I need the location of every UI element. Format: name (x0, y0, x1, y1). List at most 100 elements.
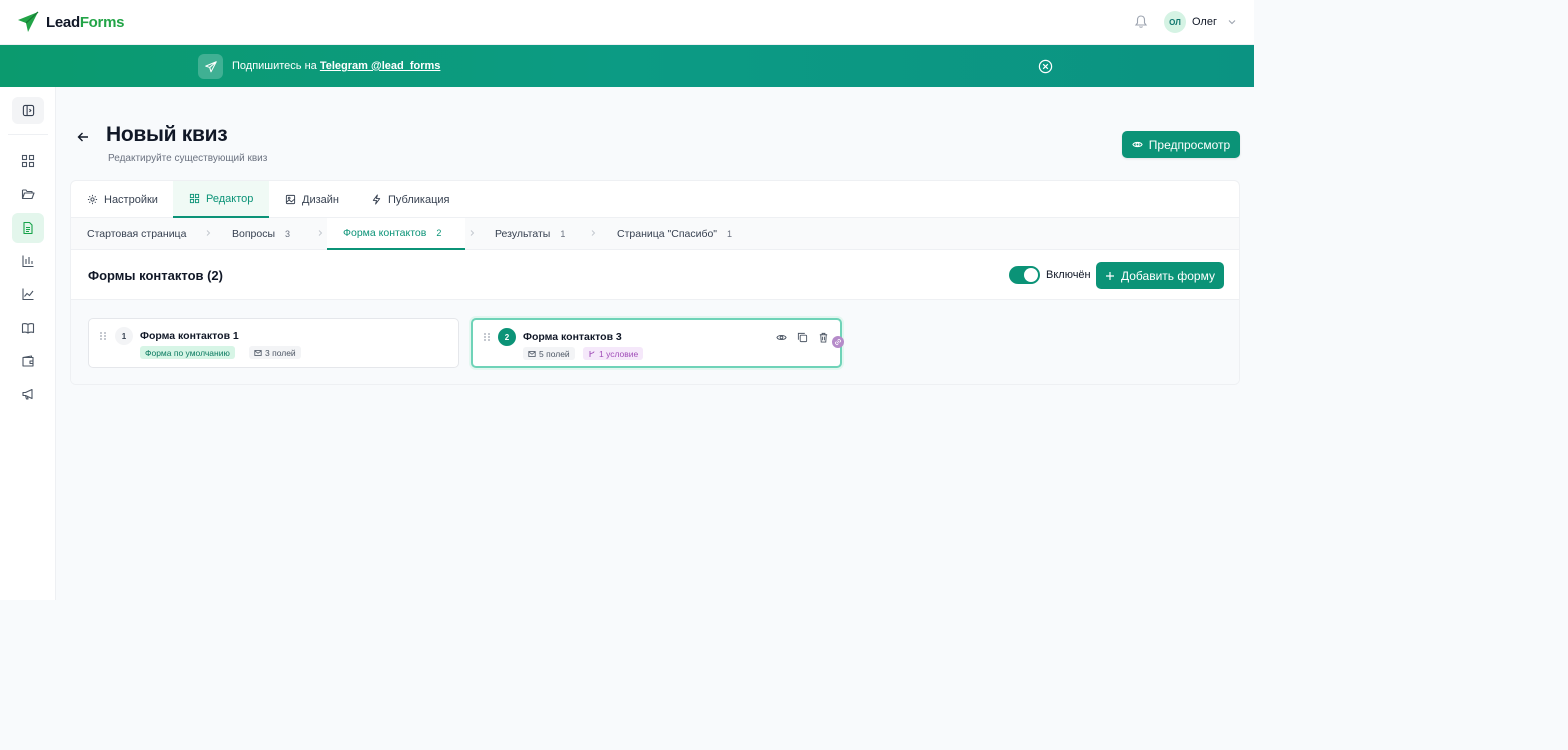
fields-count: 3 полей (265, 347, 296, 358)
blank-area-right (1254, 0, 1568, 600)
step-results[interactable]: Результаты 1 (479, 218, 581, 250)
chevron-right-icon (318, 230, 323, 236)
step-label: Форма контактов (343, 227, 427, 239)
bar-chart-icon (22, 255, 34, 268)
grid-icon (189, 193, 200, 204)
tab-settings-label: Настройки (104, 193, 158, 206)
tab-publish[interactable]: Публикация (355, 181, 465, 218)
main-tabs: Настройки Редактор Дизайн Публикация (71, 181, 1239, 218)
sidebar-divider (8, 134, 48, 135)
sidebar-item-marketing[interactable] (12, 379, 44, 409)
preview-button[interactable]: Предпросмотр (1122, 131, 1240, 158)
sidebar-item-folders[interactable] (12, 179, 44, 209)
sidebar-toggle-icon (22, 104, 34, 117)
tab-editor[interactable]: Редактор (173, 181, 270, 218)
sidebar-item-quizzes[interactable] (12, 213, 44, 243)
sidebar-item-dashboard[interactable] (12, 146, 44, 176)
megaphone-icon (22, 388, 33, 400)
step-label: Страница "Спасибо" (617, 228, 718, 240)
tab-design[interactable]: Дизайн (269, 181, 355, 218)
page-subtitle: Редактируйте существующий квиз (108, 153, 268, 164)
toggle-knob (1024, 268, 1038, 282)
step-thanks-page[interactable]: Страница "Спасибо" 1 (601, 218, 748, 250)
form-actions (776, 332, 829, 343)
editor-steps: Стартовая страница Вопросы 3 Форма конта… (71, 218, 1239, 250)
eye-icon[interactable] (776, 332, 787, 343)
form-card[interactable]: 1 Форма контактов 1 Форма по умолчанию 3… (88, 318, 459, 368)
folder-open-icon (21, 189, 35, 200)
line-chart-icon (22, 288, 34, 301)
form-number: 2 (498, 328, 516, 346)
contact-forms-header: Формы контактов (2) Включён Добавить фор… (71, 250, 1239, 300)
tab-editor-label: Редактор (206, 192, 254, 205)
trash-icon[interactable] (818, 332, 829, 343)
chevron-right-icon (591, 230, 596, 236)
logo-text: LeadForms (46, 14, 124, 31)
user-name: Олег (1192, 16, 1217, 28)
step-count: 2 (436, 228, 442, 238)
step-label: Результаты (495, 228, 551, 240)
drag-handle-icon[interactable] (483, 332, 491, 342)
user-menu[interactable]: ОЛ Олег (1164, 11, 1237, 33)
drag-handle-icon[interactable] (99, 331, 107, 341)
plus-icon (1106, 271, 1114, 280)
fields-count-badge: 3 полей (249, 346, 301, 359)
wallet-icon (22, 355, 34, 367)
top-header: LeadForms ОЛ Олег (0, 0, 1254, 45)
sidebar-item-wallet[interactable] (12, 346, 44, 376)
back-arrow-icon[interactable] (76, 130, 90, 144)
sidebar-item-stats[interactable] (12, 246, 44, 276)
step-contact-form[interactable]: Форма контактов 2 (327, 218, 465, 250)
toggle-label: Включён (1046, 269, 1091, 281)
form-number: 1 (115, 327, 133, 345)
page-title: Новый квиз (106, 123, 228, 146)
condition-count: 1 условие (599, 348, 639, 359)
step-count: 1 (560, 229, 566, 239)
close-icon[interactable] (1038, 59, 1053, 74)
mail-icon (528, 350, 536, 357)
tab-publish-label: Публикация (388, 193, 450, 206)
telegram-icon (198, 54, 223, 79)
chevron-down-icon (1228, 20, 1236, 25)
sidebar (0, 87, 56, 600)
sidebar-toggle-button[interactable] (12, 97, 44, 124)
tab-settings[interactable]: Настройки (71, 181, 174, 218)
add-form-button[interactable]: Добавить форму (1096, 262, 1224, 289)
paper-plane-logo-icon (18, 11, 39, 32)
bell-icon[interactable] (1133, 14, 1149, 30)
form-name: Форма контактов 3 (523, 331, 622, 343)
sidebar-item-analytics[interactable] (12, 279, 44, 309)
step-label: Вопросы (232, 228, 276, 240)
editor-card: Настройки Редактор Дизайн Публикация Ста… (70, 180, 1240, 385)
logo-forms: Forms (79, 13, 125, 31)
banner-text: Подпишитесь на Telegram @lead_forms (232, 60, 440, 72)
chevron-right-icon (470, 230, 475, 236)
banner-telegram-link[interactable]: Telegram @lead_forms (320, 60, 441, 72)
default-badge-label: Форма по умолчанию (145, 347, 230, 358)
lightning-icon (372, 194, 381, 205)
sidebar-item-docs[interactable] (12, 313, 44, 343)
form-card-selected[interactable]: 2 Форма контактов 3 5 полей 1 условие (471, 318, 842, 368)
eye-icon (1132, 141, 1143, 148)
image-icon (285, 194, 296, 205)
fields-count-badge: 5 полей (523, 347, 575, 360)
link-icon[interactable] (832, 336, 844, 348)
step-label: Стартовая страница (87, 228, 187, 240)
telegram-banner: Подпишитесь на Telegram @lead_forms (0, 45, 1254, 87)
condition-badge: 1 условие (583, 347, 644, 360)
blank-area-bottom (0, 600, 1568, 750)
copy-icon[interactable] (797, 332, 808, 343)
step-start-page[interactable]: Стартовая страница (71, 218, 202, 250)
logo[interactable]: LeadForms (16, 10, 124, 34)
enabled-toggle[interactable] (1009, 266, 1040, 284)
chevron-right-icon (206, 230, 211, 236)
forms-list: 1 Форма контактов 1 Форма по умолчанию 3… (71, 300, 1239, 384)
mail-icon (254, 349, 262, 356)
preview-label: Предпросмотр (1148, 137, 1231, 152)
banner-prefix: Подпишитесь на (232, 60, 320, 72)
tab-design-label: Дизайн (302, 193, 339, 206)
step-questions[interactable]: Вопросы 3 (216, 218, 306, 250)
grid-icon (21, 154, 35, 168)
logo-lead: Lead (46, 13, 80, 31)
branch-icon (589, 350, 595, 357)
